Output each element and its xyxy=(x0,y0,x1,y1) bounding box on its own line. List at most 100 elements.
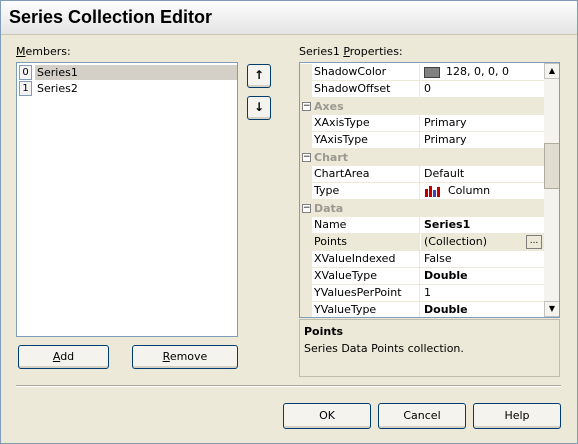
collapse-icon[interactable]: − xyxy=(302,153,311,162)
property-row-yaxistype[interactable]: YAxisType Primary xyxy=(300,132,544,149)
remove-button[interactable]: Remove xyxy=(132,345,238,369)
title-bar[interactable]: Series Collection Editor xyxy=(1,1,577,35)
property-value-text: Series1 xyxy=(424,218,471,231)
row-gutter xyxy=(300,234,312,251)
property-name: XAxisType xyxy=(312,115,420,132)
collapse-icon[interactable]: − xyxy=(302,102,311,111)
member-item-series2[interactable]: 1 Series2 xyxy=(19,81,237,96)
property-value[interactable]: Double xyxy=(421,268,544,285)
property-value-text: Primary xyxy=(424,116,467,129)
property-row-points[interactable]: Points (Collection)... xyxy=(300,234,544,251)
property-value[interactable]: Primary xyxy=(421,132,544,149)
property-value[interactable]: 128, 0, 0, 0 xyxy=(421,64,544,81)
properties-label: Series1 Properties: xyxy=(299,45,403,58)
description-text: Series Data Points collection. xyxy=(304,342,464,355)
property-name: XValueIndexed xyxy=(312,251,420,268)
category-axes[interactable]: − Axes xyxy=(300,98,544,115)
move-up-button[interactable]: ↑ xyxy=(247,64,271,88)
property-value-text: 0 xyxy=(424,82,431,95)
property-row-chartarea[interactable]: ChartArea Default xyxy=(300,166,544,183)
row-gutter xyxy=(300,268,312,285)
scroll-thumb[interactable] xyxy=(544,143,559,189)
member-name: Series2 xyxy=(37,82,78,95)
description-title: Points xyxy=(304,325,344,338)
property-name: ShadowColor xyxy=(312,64,420,81)
remove-button-label: Remove xyxy=(162,350,208,363)
property-value-text: Double xyxy=(424,269,468,282)
property-value-text: Primary xyxy=(424,133,467,146)
property-value[interactable]: Series1 xyxy=(421,217,544,234)
help-button[interactable]: Help xyxy=(473,403,561,429)
add-button-label: Add xyxy=(52,350,75,363)
member-name: Series1 xyxy=(35,65,237,80)
property-value-text: Double xyxy=(424,303,468,316)
row-gutter xyxy=(300,302,312,317)
row-gutter xyxy=(300,285,312,302)
property-name: Points xyxy=(312,234,420,251)
property-row-name[interactable]: Name Series1 xyxy=(300,217,544,234)
row-gutter xyxy=(300,115,312,132)
member-item-series1[interactable]: 0 Series1 xyxy=(19,65,237,80)
property-name: ShadowOffset xyxy=(312,81,420,98)
property-row-yvaluetype[interactable]: YValueType Double xyxy=(300,302,544,317)
members-list[interactable]: 0 Series1 1 Series2 xyxy=(16,62,238,337)
collapse-icon[interactable]: − xyxy=(302,204,311,213)
property-name: Type xyxy=(312,183,420,200)
property-value-text: Column xyxy=(448,184,491,197)
property-name: YAxisType xyxy=(312,132,420,149)
property-grid[interactable]: ShadowColor 128, 0, 0, 0 ShadowOffset 0− Axe… xyxy=(299,62,560,318)
property-name: YValueType xyxy=(312,302,420,317)
scroll-up-icon[interactable]: ▲ xyxy=(544,63,559,79)
property-row-xvalueindexed[interactable]: XValueIndexed False xyxy=(300,251,544,268)
property-value[interactable]: (Collection)... xyxy=(421,234,544,251)
row-gutter xyxy=(300,132,312,149)
property-value[interactable]: Primary xyxy=(421,115,544,132)
ellipsis-button[interactable]: ... xyxy=(526,235,542,249)
property-row-yvaluesperpoint[interactable]: YValuesPerPoint 1 xyxy=(300,285,544,302)
column-chart-icon xyxy=(425,186,440,197)
row-gutter xyxy=(300,166,312,183)
property-name: ChartArea xyxy=(312,166,420,183)
property-value[interactable]: 0 xyxy=(421,81,544,98)
property-row-shadowcolor[interactable]: ShadowColor 128, 0, 0, 0 xyxy=(300,64,544,81)
separator xyxy=(16,385,561,387)
cancel-button[interactable]: Cancel xyxy=(378,403,466,429)
row-gutter xyxy=(300,251,312,268)
member-index: 1 xyxy=(19,81,32,96)
property-name: Name xyxy=(312,217,420,234)
category-label: Chart xyxy=(314,151,349,164)
row-gutter xyxy=(300,64,312,81)
property-value-text: (Collection) xyxy=(424,235,487,248)
property-row-type[interactable]: Type Column xyxy=(300,183,544,200)
row-gutter xyxy=(300,183,312,200)
series-collection-editor-window: Series Collection Editor Members: 0 Seri… xyxy=(0,0,578,444)
property-description-pane: Points Series Data Points collection. xyxy=(299,319,560,377)
category-label: Data xyxy=(314,202,344,215)
property-grid-scrollbar[interactable]: ▲ ▼ xyxy=(544,63,559,317)
property-value-text: Default xyxy=(424,167,465,180)
color-swatch-icon xyxy=(424,66,440,78)
category-label: Axes xyxy=(314,100,344,113)
ok-button[interactable]: OK xyxy=(283,403,371,429)
property-value[interactable]: 1 xyxy=(421,285,544,302)
window-title: Series Collection Editor xyxy=(9,7,213,27)
members-label: Members: xyxy=(16,45,71,58)
row-gutter xyxy=(300,217,312,234)
move-down-button[interactable]: ↓ xyxy=(247,96,271,120)
property-row-shadowoffset[interactable]: ShadowOffset 0 xyxy=(300,81,544,98)
member-index: 0 xyxy=(19,65,32,80)
category-data[interactable]: − Data xyxy=(300,200,544,217)
add-button[interactable]: Add xyxy=(18,345,109,369)
property-row-xaxistype[interactable]: XAxisType Primary xyxy=(300,115,544,132)
property-value[interactable]: Column xyxy=(421,183,544,200)
property-name: YValuesPerPoint xyxy=(312,285,420,302)
property-row-xvaluetype[interactable]: XValueType Double xyxy=(300,268,544,285)
scroll-down-icon[interactable]: ▼ xyxy=(544,301,559,317)
property-value[interactable]: Double xyxy=(421,302,544,317)
property-value[interactable]: False xyxy=(421,251,544,268)
property-value-text: False xyxy=(424,252,452,265)
property-value[interactable]: Default xyxy=(421,166,544,183)
property-name: XValueType xyxy=(312,268,420,285)
row-gutter xyxy=(300,81,312,98)
category-chart[interactable]: − Chart xyxy=(300,149,544,166)
